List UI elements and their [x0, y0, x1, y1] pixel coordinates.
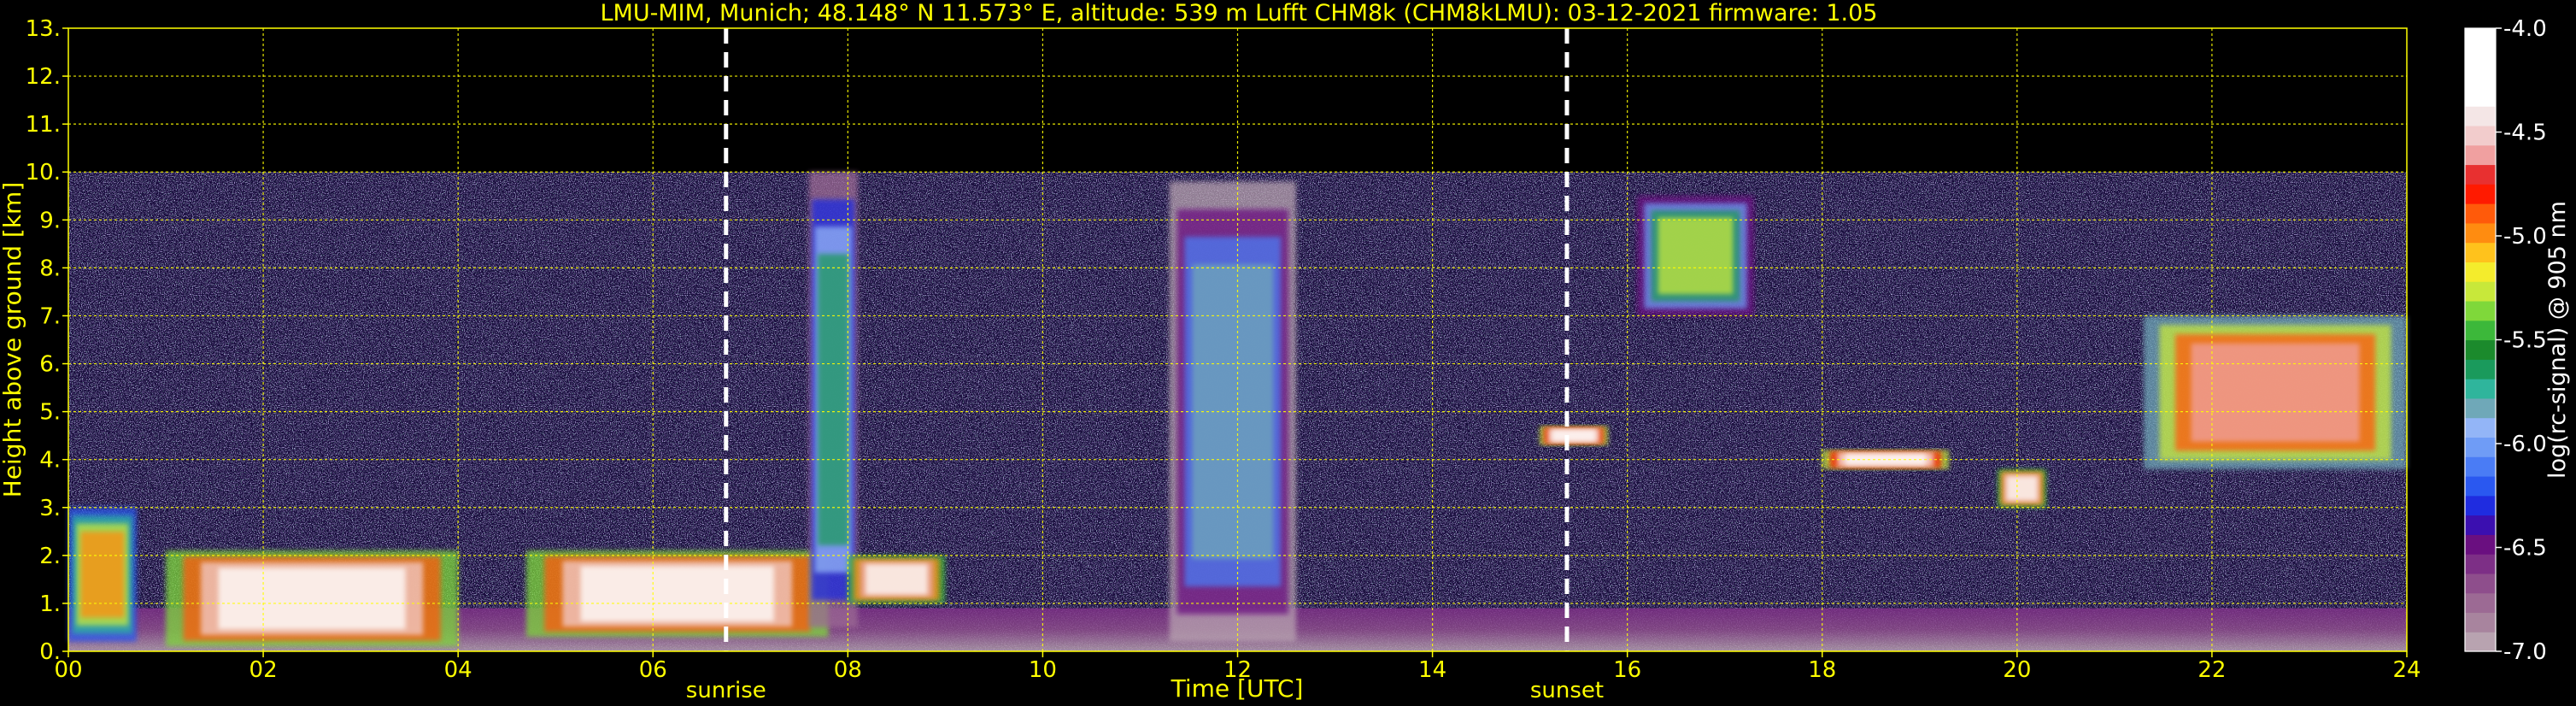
y-tick-label: 3.	[39, 496, 61, 521]
y-tick-label: 8.	[39, 256, 61, 281]
colorbar-segment	[2465, 86, 2496, 107]
plot-area	[67, 27, 2408, 652]
y-tick-label: 9.	[39, 208, 61, 233]
y-axis-ticks: 0.1.2.3.4.5.6.7.8.9.10.11.12.13.	[26, 16, 68, 665]
colorbar-tick-label: -5.5	[2503, 328, 2547, 354]
cloud-feature-1-band-3	[218, 568, 406, 630]
colorbar-segment	[2465, 379, 2496, 399]
colorbar-segment	[2465, 164, 2496, 185]
x-tick-label: 06	[639, 657, 667, 683]
colorbar	[2464, 27, 2497, 652]
colorbar-segment	[2465, 320, 2496, 341]
y-tick-label: 2.	[39, 544, 61, 569]
y-tick-label: 13.	[26, 16, 61, 42]
x-tick-label: 00	[54, 657, 82, 683]
cloud-feature-9-band-3	[2006, 475, 2038, 501]
colorbar-segment	[2465, 495, 2496, 516]
y-tick-label: 4.	[39, 448, 61, 474]
y-tick-label: 6.	[39, 352, 61, 378]
x-tick-label: 08	[834, 657, 862, 683]
x-tick-label: 24	[2392, 657, 2421, 683]
colorbar-segment	[2465, 242, 2496, 262]
cloud-feature-4-band-3	[865, 563, 928, 595]
event-label-sunset: sunset	[1530, 678, 1604, 703]
colorbar-tick-label: -4.0	[2503, 16, 2547, 42]
colorbar-segment	[2465, 417, 2496, 438]
colorbar-segment	[2465, 592, 2496, 614]
colorbar-tick-label: -5.0	[2503, 224, 2547, 250]
cloud-feature-6-band-3	[1552, 429, 1596, 442]
x-tick-label: 04	[444, 657, 472, 683]
y-axis-title: Height above ground [km]	[0, 182, 26, 498]
colorbar-segment	[2465, 144, 2496, 166]
x-tick-label: 22	[2198, 657, 2226, 683]
colorbar-tick-label: -4.5	[2503, 121, 2547, 146]
colorbar-segment	[2465, 262, 2496, 282]
cloud-feature-10-band-3	[2191, 343, 2360, 442]
y-tick-label: 5.	[39, 400, 61, 426]
colorbar-segment	[2465, 515, 2496, 535]
colorbar-tick-label: -6.0	[2503, 432, 2547, 457]
colorbar-segment	[2465, 573, 2496, 594]
colorbar-segment	[2465, 281, 2496, 302]
x-tick-label: 02	[249, 657, 278, 683]
colorbar-segment	[2465, 339, 2496, 360]
y-tick-label: 12.	[26, 64, 61, 90]
colorbar-segment	[2465, 184, 2496, 204]
colorbar-tick-label: -7.0	[2503, 639, 2547, 665]
x-tick-label: 18	[1808, 657, 1836, 683]
x-axis-title: Time [UTC]	[1171, 674, 1304, 703]
colorbar-segment	[2465, 359, 2496, 379]
y-tick-label: 10.	[26, 160, 61, 185]
colorbar-segment	[2465, 106, 2496, 126]
x-tick-label: 10	[1029, 657, 1057, 683]
colorbar-segment	[2465, 67, 2496, 87]
colorbar-label: log(rc-signal) @ 905 nm	[2544, 201, 2571, 479]
colorbar-segment	[2465, 222, 2496, 244]
x-tick-label: 14	[1418, 657, 1446, 683]
colorbar-segment	[2465, 612, 2496, 632]
colorbar-segment	[2465, 475, 2496, 497]
colorbar-segment	[2465, 300, 2496, 321]
colorbar-segment	[2465, 456, 2496, 477]
colorbar-segment	[2465, 397, 2496, 419]
cloud-feature-2-band-3	[580, 566, 774, 622]
colorbar-segment	[2465, 28, 2496, 49]
cloud-feature-7-band-3	[1658, 217, 1734, 295]
colorbar-segment	[2465, 47, 2496, 68]
cloud-feature-3-band-3	[817, 254, 849, 546]
colorbar-segment	[2465, 554, 2496, 574]
x-tick-label: 16	[1613, 657, 1641, 683]
cloud-feature-0-band-3	[80, 532, 125, 618]
chart-title: LMU-MIM, Munich; 48.148° N 11.573° E, al…	[601, 0, 1878, 26]
x-tick-label: 20	[2003, 657, 2031, 683]
event-label-sunrise: sunrise	[686, 678, 766, 703]
colorbar-ticks: -4.0 -4.5 -5.0 -5.5 -6.0 -6.5 -7.0	[2496, 16, 2547, 665]
y-tick-label: 1.	[39, 591, 61, 617]
colorbar-segment	[2465, 125, 2496, 146]
colorbar-segment	[2465, 203, 2496, 224]
colorbar-segment	[2465, 437, 2496, 457]
colorbar-segment	[2465, 632, 2496, 652]
y-tick-label: 11.	[26, 112, 61, 138]
ceilometer-chart: 0.1.2.3.4.5.6.7.8.9.10.11.12.13. 00 02 04 0…	[0, 0, 2571, 703]
event-labels: sunrise sunset	[686, 678, 1604, 703]
colorbar-tick-label: -6.5	[2503, 536, 2547, 562]
y-tick-label: 7.	[39, 303, 61, 329]
colorbar-segment	[2465, 534, 2496, 555]
